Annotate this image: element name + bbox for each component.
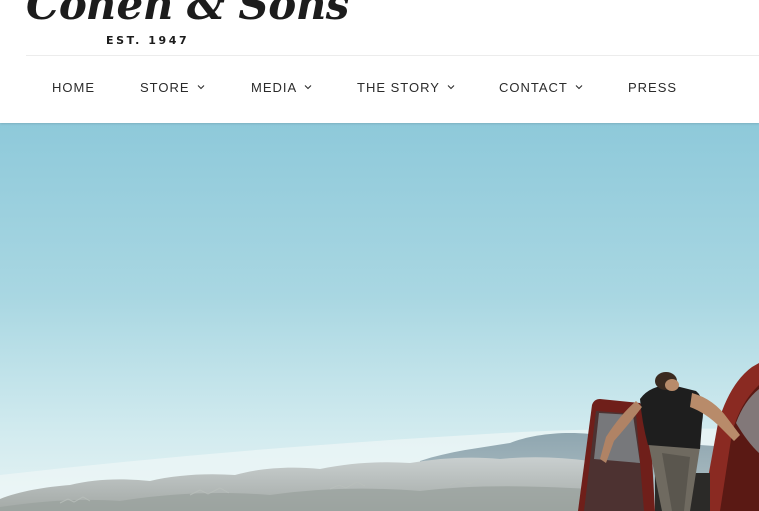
nav-item-label: HOME (52, 80, 95, 95)
hero-image (0, 123, 759, 511)
brand-established: EST. 1947 (106, 34, 190, 47)
nav-item-contact[interactable]: CONTACT (499, 80, 583, 95)
nav-item-media[interactable]: MEDIA (251, 80, 312, 95)
nav-item-store[interactable]: STORE (140, 80, 205, 95)
brand-logo[interactable]: Cohen & Sons EST. 1947 (26, 0, 349, 50)
header-divider (26, 55, 759, 56)
main-nav: HOME STORE MEDIA THE STORY CONTACT PRESS (0, 80, 759, 98)
nav-item-label: STORE (140, 80, 190, 95)
chevron-down-icon (304, 85, 312, 90)
nav-item-label: PRESS (628, 80, 678, 95)
chevron-down-icon (197, 85, 204, 90)
site-header: Cohen & Sons EST. 1947 HOME STORE MEDIA (0, 0, 759, 123)
chevron-down-icon (575, 85, 583, 90)
brand-name: Cohen & Sons (26, 0, 349, 29)
chevron-down-icon (447, 85, 455, 90)
hero-photo (0, 123, 759, 511)
nav-item-label: CONTACT (499, 80, 568, 95)
page: Cohen & Sons EST. 1947 HOME STORE MEDIA (0, 0, 759, 511)
nav-item-home[interactable]: HOME (52, 80, 95, 95)
nav-item-label: THE STORY (357, 80, 440, 95)
nav-item-label: MEDIA (251, 80, 298, 95)
nav-item-the-story[interactable]: THE STORY (357, 80, 455, 95)
nav-item-press[interactable]: PRESS (628, 80, 677, 95)
